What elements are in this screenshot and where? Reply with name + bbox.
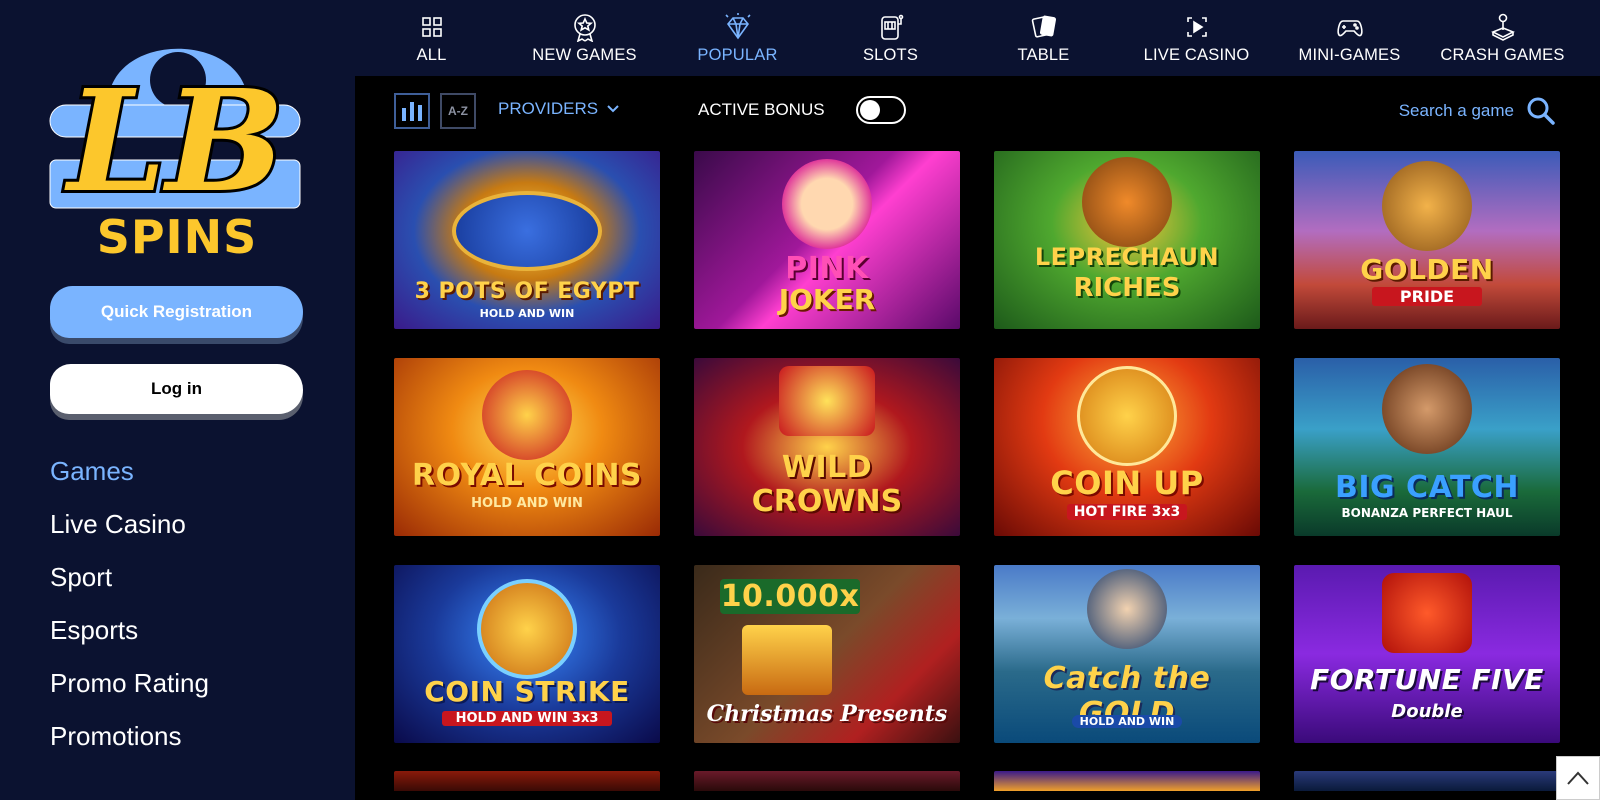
- quick-registration-button[interactable]: Quick Registration: [50, 286, 303, 338]
- game-title: BIG CATCH: [1334, 470, 1520, 505]
- game-tile-big-catch[interactable]: BIG CATCH BONANZA PERFECT HAUL: [1294, 358, 1560, 536]
- grid-icon: [421, 17, 442, 37]
- sidebar-item-live-casino[interactable]: Live Casino: [50, 505, 209, 558]
- game-subtitle: RICHES: [1073, 273, 1181, 303]
- search-placeholder: Search a game: [1398, 101, 1514, 120]
- category-crash-games[interactable]: CRASH GAMES: [1426, 0, 1579, 76]
- diamond-icon: [724, 13, 751, 40]
- game-title: LEPRECHAUN: [1034, 243, 1220, 271]
- logo-wordmark: SPINS: [96, 210, 258, 264]
- game-tile-3-pots-of-egypt[interactable]: 3 POTS OF EGYPT HOLD AND WIN: [394, 151, 660, 329]
- game-tile-partial[interactable]: [994, 771, 1260, 791]
- category-label: SLOTS: [862, 46, 919, 64]
- game-tile-partial[interactable]: [1294, 771, 1560, 791]
- game-subtitle: HOT FIRE 3x3: [1067, 504, 1187, 520]
- game-tile-coin-up[interactable]: COIN UP HOT FIRE 3x3: [994, 358, 1260, 536]
- game-subtitle: BONANZA PERFECT HAUL: [1341, 506, 1513, 520]
- category-popular[interactable]: POPULAR: [661, 0, 814, 76]
- category-label: NEW GAMES: [532, 46, 637, 64]
- category-table[interactable]: TABLE: [967, 0, 1120, 76]
- game-subtitle: PRIDE: [1372, 287, 1482, 306]
- sort-popularity-button[interactable]: [394, 93, 430, 129]
- category-slots[interactable]: SLOTS: [814, 0, 967, 76]
- logo-graphic: LB: [49, 48, 301, 227]
- game-subtitle: HOLD AND WIN: [479, 307, 575, 320]
- game-subtitle: HOLD AND WIN 3x3: [442, 711, 612, 726]
- sidebar-item-promotions[interactable]: Promotions: [50, 717, 209, 770]
- chevron-up-icon: [1567, 771, 1589, 785]
- category-new-games[interactable]: NEW GAMES: [508, 0, 661, 76]
- sidebar-item-sport[interactable]: Sport: [50, 558, 209, 611]
- game-title: PINK: [785, 251, 869, 286]
- game-title: 3 POTS OF EGYPT: [414, 279, 640, 304]
- game-tile-partial[interactable]: [394, 771, 660, 791]
- live-video-icon: [1186, 17, 1207, 37]
- game-tile-partial[interactable]: [694, 771, 960, 791]
- sort-az-button[interactable]: A-Z: [440, 93, 476, 129]
- sidebar-item-promo-rating[interactable]: Promo Rating: [50, 664, 209, 717]
- site-logo[interactable]: LB SPINS: [48, 10, 306, 265]
- game-tile-leprechaun-riches[interactable]: LEPRECHAUN RICHES: [994, 151, 1260, 329]
- game-tile-christmas-presents[interactable]: 10.000x Christmas Presents: [694, 565, 960, 743]
- sidebar: LB SPINS Quick Registration Log in Games…: [0, 0, 355, 800]
- category-nav: ALL NEW GAMES POPULAR SLOTS TABLE LIVE C…: [355, 0, 1600, 76]
- active-bonus-label: ACTIVE BONUS: [698, 100, 825, 119]
- game-tile-coin-strike[interactable]: COIN STRIKE HOLD AND WIN 3x3: [394, 565, 660, 743]
- category-label: CRASH GAMES: [1440, 46, 1565, 64]
- category-label: TABLE: [1017, 46, 1070, 64]
- game-lobby: A-Z PROVIDERS ACTIVE BONUS Search a game…: [355, 76, 1600, 800]
- sidebar-item-esports[interactable]: Esports: [50, 611, 209, 664]
- chevron-down-icon: [607, 105, 619, 113]
- game-title: WILD: [781, 450, 873, 485]
- providers-dropdown[interactable]: PROVIDERS: [498, 99, 620, 119]
- providers-label: PROVIDERS: [498, 99, 599, 118]
- game-tile-fortune-five-double[interactable]: FORTUNE FIVE Double: [1294, 565, 1560, 743]
- game-subtitle: JOKER: [778, 283, 876, 316]
- category-label: LIVE CASINO: [1143, 46, 1250, 64]
- game-tile-pink-joker[interactable]: PINK JOKER: [694, 151, 960, 329]
- lobby-toolbar: A-Z PROVIDERS ACTIVE BONUS Search a game: [355, 76, 1600, 146]
- game-title: FORTUNE FIVE: [1310, 663, 1544, 696]
- logo-initials: LB: [64, 60, 285, 220]
- playing-cards-icon: [1031, 15, 1056, 38]
- category-all[interactable]: ALL: [355, 0, 508, 76]
- game-subtitle: HOLD AND WIN: [1072, 715, 1182, 728]
- sidebar-nav: Games Live Casino Sport Esports Promo Ra…: [50, 452, 209, 770]
- game-subtitle: Christmas Presents: [706, 701, 948, 727]
- category-mini-games[interactable]: MINI-GAMES: [1273, 0, 1426, 76]
- game-tile-wild-crowns[interactable]: WILD CROWNS: [694, 358, 960, 536]
- game-title: ROYAL COINS: [411, 458, 643, 493]
- category-label: ALL: [416, 46, 447, 64]
- active-bonus-toggle[interactable]: [856, 96, 906, 124]
- slot-machine-icon: [880, 14, 903, 40]
- category-live-casino[interactable]: LIVE CASINO: [1120, 0, 1273, 76]
- game-tile-golden-pride[interactable]: GOLDEN PRIDE: [1294, 151, 1560, 329]
- search-game[interactable]: Search a game: [1399, 96, 1556, 126]
- category-label: MINI-GAMES: [1298, 46, 1401, 64]
- game-tile-catch-the-gold[interactable]: Catch the GOLD HOLD AND WIN: [994, 565, 1260, 743]
- game-title: GOLDEN: [1360, 253, 1494, 286]
- badge-star-icon: [573, 14, 596, 42]
- login-button[interactable]: Log in: [50, 364, 303, 414]
- toggle-knob: [860, 100, 880, 120]
- game-subtitle: HOLD AND WIN: [471, 496, 583, 511]
- scroll-to-top-button[interactable]: [1556, 756, 1600, 800]
- bar-chart-icon: [402, 102, 422, 121]
- search-icon: [1527, 97, 1555, 125]
- joystick-icon: [1490, 13, 1515, 41]
- category-label: POPULAR: [697, 46, 778, 64]
- game-title: COIN STRIKE: [424, 675, 630, 708]
- gamepad-icon: [1336, 20, 1363, 37]
- sidebar-item-games[interactable]: Games: [50, 452, 209, 505]
- game-tile-royal-coins[interactable]: ROYAL COINS HOLD AND WIN: [394, 358, 660, 536]
- game-subtitle: Double: [1391, 701, 1463, 722]
- game-title: COIN UP: [1050, 464, 1204, 502]
- game-title: 10.000x: [720, 579, 860, 614]
- game-subtitle: CROWNS: [751, 484, 903, 519]
